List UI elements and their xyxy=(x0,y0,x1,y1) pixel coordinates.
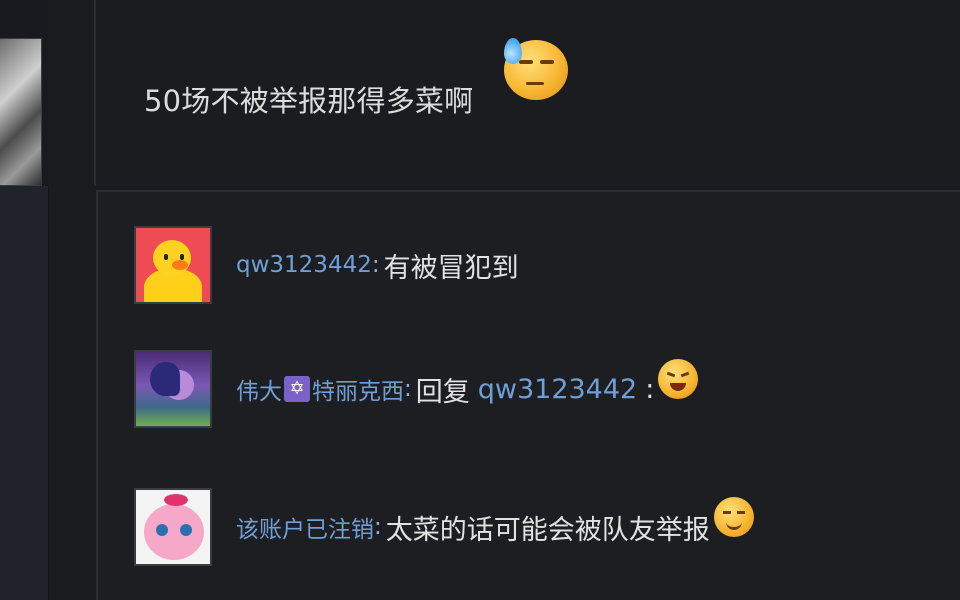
reply-username-part2[interactable]: 特丽克西 xyxy=(312,372,404,406)
duck-avatar-icon[interactable] xyxy=(134,226,212,304)
smile-emoji-icon xyxy=(713,497,754,537)
reply-text: 太菜的话可能会被队友举报 xyxy=(385,514,710,546)
reply-item: qw3123442 : 有被冒犯到 xyxy=(134,226,519,304)
reply-username-part1[interactable]: 伟大 xyxy=(236,372,282,406)
jigglypuff-avatar-icon[interactable] xyxy=(134,488,212,566)
reply-username[interactable]: 该账户已注销 xyxy=(236,510,374,544)
reply-text: 有被冒犯到 xyxy=(383,252,519,284)
reply-separator: : xyxy=(404,376,412,402)
main-comment-text: 50场不被举报那得多菜啊 xyxy=(144,84,474,118)
mention-suffix: : xyxy=(645,373,655,405)
reply-separator: : xyxy=(371,252,380,278)
reply-item: 伟大 ✡ 特丽克西 : 回复 qw3123442 : xyxy=(134,350,699,428)
reply-mention-link[interactable]: qw3123442 xyxy=(478,374,637,405)
reply-username[interactable]: qw3123442 xyxy=(236,252,372,278)
angry-laugh-emoji-icon xyxy=(658,359,699,399)
replies-panel: qw3123442 : 有被冒犯到 伟大 ✡ 特丽克西 : 回复 qw31234… xyxy=(96,192,960,600)
reply-text: 回复 xyxy=(415,376,470,408)
left-column-lower xyxy=(0,186,49,600)
main-comment-avatar[interactable] xyxy=(0,38,42,186)
pony-avatar-icon[interactable] xyxy=(134,350,212,428)
star-badge-icon: ✡ xyxy=(284,376,310,402)
reply-item: 该账户已注销 : 太菜的话可能会被队友举报 xyxy=(134,488,754,566)
sweat-drop-icon xyxy=(504,38,522,64)
reply-separator: : xyxy=(374,514,382,540)
